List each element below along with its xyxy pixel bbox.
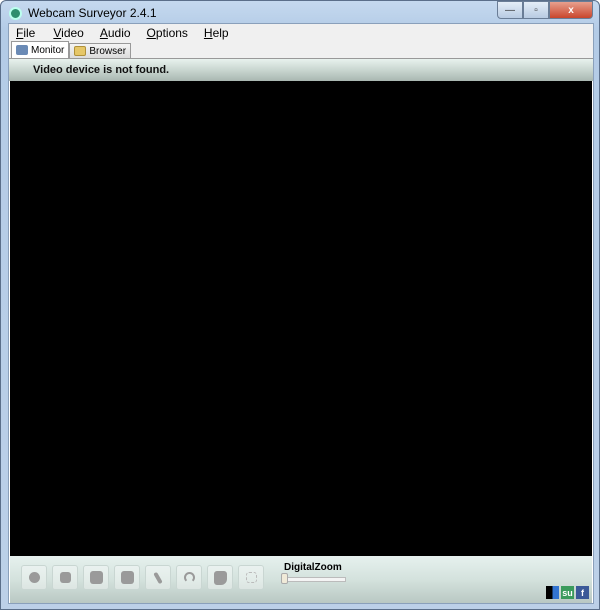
facebook-icon[interactable]: f [576,586,589,599]
delicious-icon[interactable] [546,586,559,599]
monitor-icon [16,45,28,55]
motion-detect-icon [89,571,103,584]
client-area: File Video Audio Options Help Monitor Br… [8,23,594,604]
audio-button[interactable] [207,565,233,590]
tools-icon [153,571,163,584]
broadcast-icon [183,572,195,583]
schedule-button[interactable] [114,565,140,590]
tab-browser-label: Browser [89,45,127,57]
tab-monitor[interactable]: Monitor [11,41,70,58]
tab-monitor-label: Monitor [31,44,65,56]
fullscreen-button[interactable] [238,565,264,590]
menu-video[interactable]: Video [51,26,97,40]
window-title: Webcam Surveyor 2.4.1 [28,6,157,20]
audio-icon [213,570,227,585]
menu-audio[interactable]: Audio [98,26,145,40]
schedule-icon [120,571,134,584]
status-message: Video device is not found. [9,59,593,81]
stumbleupon-icon[interactable]: su [561,586,574,599]
video-display [10,81,592,556]
close-button[interactable]: x [549,1,593,19]
menu-help[interactable]: Help [202,26,237,40]
digital-zoom-slider[interactable] [284,577,346,582]
motion-detect-button[interactable] [83,565,109,590]
record-icon [59,572,71,583]
menu-bar: File Video Audio Options Help [9,24,593,42]
webcam-app-icon [9,6,22,20]
app-window: Webcam Surveyor 2.4.1 — ▫ x File Video A… [0,0,600,610]
fullscreen-icon [245,572,257,583]
title-bar: Webcam Surveyor 2.4.1 [9,4,157,22]
folder-icon [74,46,87,56]
broadcast-button[interactable] [176,565,202,590]
record-button[interactable] [52,565,78,590]
snapshot-button[interactable] [21,565,47,590]
control-bar: DigitalZoom su f [10,556,592,603]
menu-file[interactable]: File [14,26,51,40]
tab-browser[interactable]: Browser [69,43,132,58]
snapshot-icon [28,572,40,583]
monitor-panel: Video device is not found. DigitalZoom s… [9,58,593,603]
maximize-button[interactable]: ▫ [523,1,549,19]
digital-zoom-label: DigitalZoom [284,562,342,573]
menu-options[interactable]: Options [145,26,202,40]
digital-zoom-thumb[interactable] [281,573,288,584]
minimize-button[interactable]: — [497,1,523,19]
tools-button[interactable] [145,565,171,590]
